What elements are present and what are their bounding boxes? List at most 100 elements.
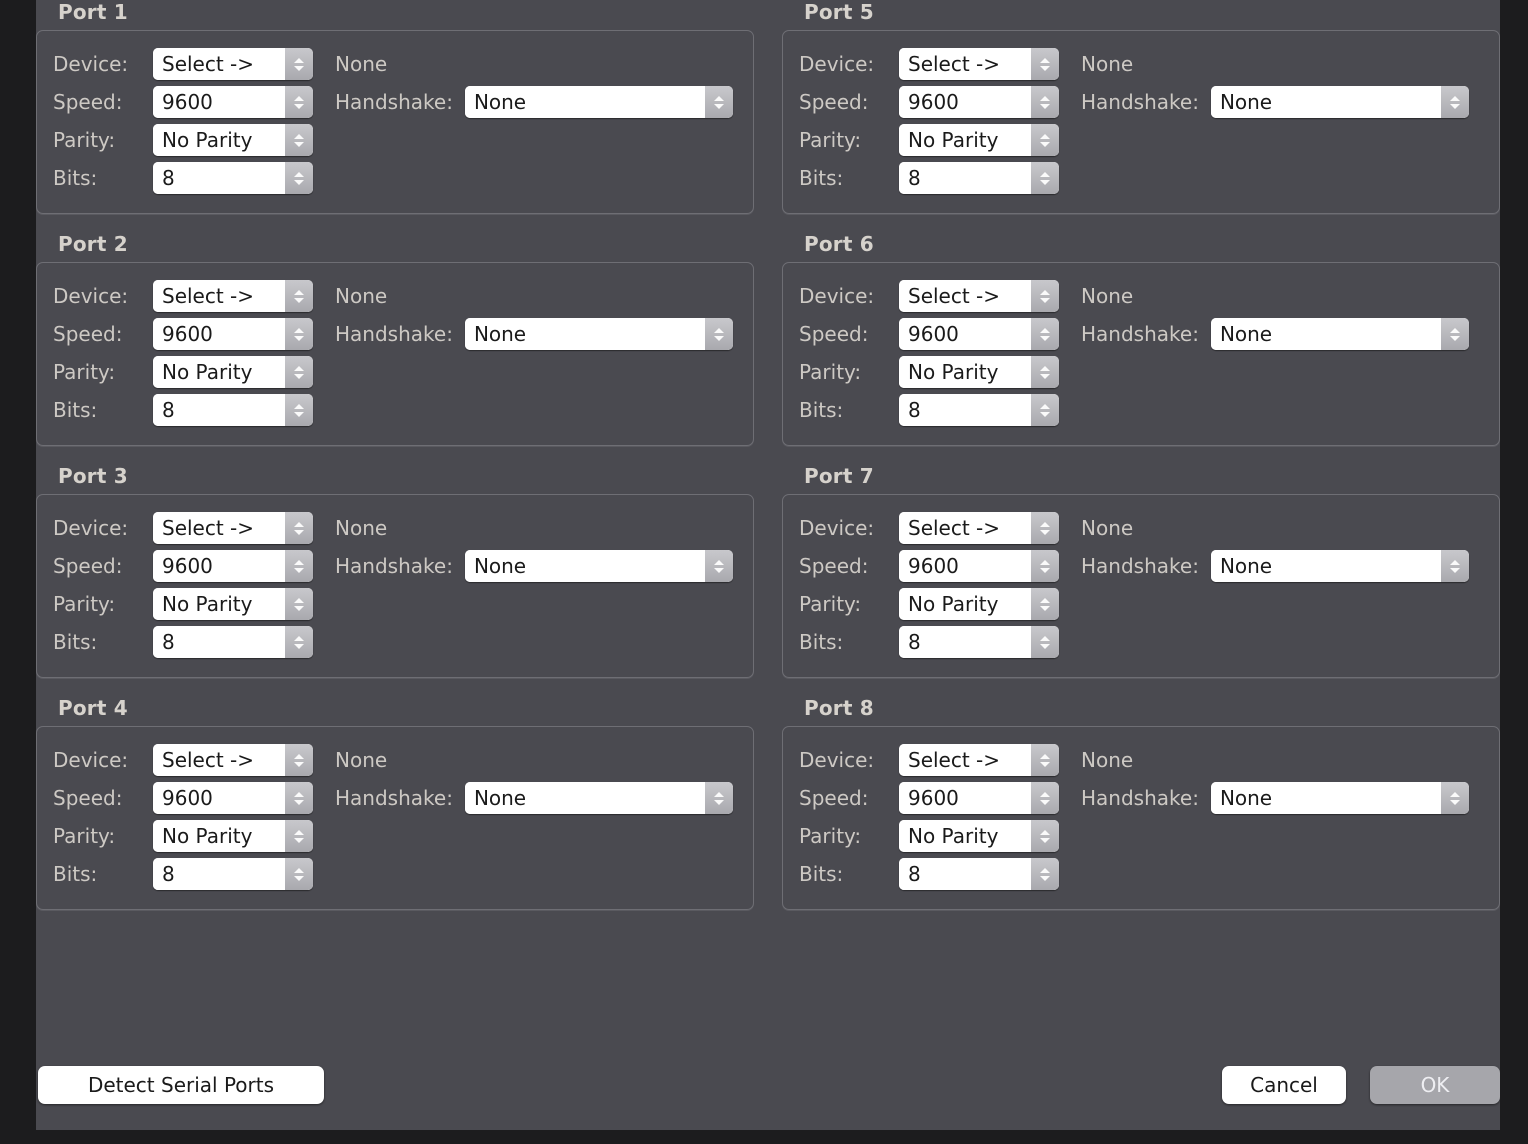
parity-select[interactable]: No Parity <box>899 356 1059 388</box>
port-group-3: Port 3 Device: Select -> None Speed: 960… <box>36 464 754 678</box>
parity-select[interactable]: No Parity <box>153 820 313 852</box>
stepper-icon[interactable] <box>285 820 313 852</box>
port-fields: Device: Select -> None Speed: 9600 Hands… <box>782 30 1500 214</box>
stepper-icon[interactable] <box>1440 318 1469 350</box>
parity-label: Parity: <box>799 128 862 152</box>
parity-label: Parity: <box>799 360 862 384</box>
parity-select[interactable]: No Parity <box>899 820 1059 852</box>
stepper-icon[interactable] <box>1031 550 1059 582</box>
ok-button[interactable]: OK <box>1370 1066 1500 1104</box>
stepper-icon[interactable] <box>1031 512 1059 544</box>
handshake-select[interactable]: None <box>1210 550 1469 582</box>
handshake-value: None <box>464 550 705 582</box>
stepper-icon[interactable] <box>1031 626 1059 658</box>
speed-value: 9600 <box>153 86 285 118</box>
parity-row: Parity: No Parity <box>53 585 737 623</box>
bits-select[interactable]: 8 <box>899 858 1059 890</box>
stepper-icon[interactable] <box>1031 744 1059 776</box>
stepper-icon[interactable] <box>285 86 313 118</box>
parity-select[interactable]: No Parity <box>153 588 313 620</box>
stepper-icon[interactable] <box>285 318 313 350</box>
stepper-icon[interactable] <box>285 394 313 426</box>
speed-select[interactable]: 9600 <box>899 550 1059 582</box>
stepper-icon[interactable] <box>285 782 313 814</box>
speed-select[interactable]: 9600 <box>153 318 313 350</box>
stepper-icon[interactable] <box>1440 86 1469 118</box>
stepper-icon[interactable] <box>1440 550 1469 582</box>
speed-select[interactable]: 9600 <box>153 86 313 118</box>
stepper-icon[interactable] <box>285 356 313 388</box>
port-columns: Port 1 Device: Select -> None Speed: 960… <box>36 0 1500 928</box>
stepper-icon[interactable] <box>285 550 313 582</box>
speed-select[interactable]: 9600 <box>153 550 313 582</box>
bits-select[interactable]: 8 <box>153 162 313 194</box>
stepper-icon[interactable] <box>285 280 313 312</box>
cancel-button[interactable]: Cancel <box>1222 1066 1346 1104</box>
device-select[interactable]: Select -> <box>899 280 1059 312</box>
stepper-icon[interactable] <box>285 744 313 776</box>
stepper-icon[interactable] <box>704 550 733 582</box>
stepper-icon[interactable] <box>704 782 733 814</box>
stepper-icon[interactable] <box>1031 124 1059 156</box>
stepper-icon[interactable] <box>1031 394 1059 426</box>
parity-select[interactable]: No Parity <box>899 124 1059 156</box>
bits-label: Bits: <box>799 862 844 886</box>
bits-select[interactable]: 8 <box>899 394 1059 426</box>
stepper-icon[interactable] <box>1031 48 1059 80</box>
bits-select[interactable]: 8 <box>153 626 313 658</box>
bits-select[interactable]: 8 <box>153 394 313 426</box>
device-select[interactable]: Select -> <box>899 48 1059 80</box>
stepper-icon[interactable] <box>1031 356 1059 388</box>
speed-select[interactable]: 9600 <box>899 86 1059 118</box>
handshake-select[interactable]: None <box>464 318 733 350</box>
stepper-icon[interactable] <box>285 858 313 890</box>
stepper-icon[interactable] <box>1031 820 1059 852</box>
stepper-icon[interactable] <box>1031 86 1059 118</box>
handshake-select[interactable]: None <box>1210 318 1469 350</box>
stepper-icon[interactable] <box>1031 280 1059 312</box>
handshake-label: Handshake: <box>1081 554 1199 578</box>
handshake-select[interactable]: None <box>464 550 733 582</box>
parity-select[interactable]: No Parity <box>899 588 1059 620</box>
bits-select[interactable]: 8 <box>153 858 313 890</box>
device-select[interactable]: Select -> <box>153 48 313 80</box>
handshake-select[interactable]: None <box>464 86 733 118</box>
stepper-icon[interactable] <box>1031 318 1059 350</box>
handshake-value: None <box>1210 782 1441 814</box>
stepper-icon[interactable] <box>1031 162 1059 194</box>
device-select[interactable]: Select -> <box>153 744 313 776</box>
speed-select[interactable]: 9600 <box>899 318 1059 350</box>
stepper-icon[interactable] <box>285 588 313 620</box>
stepper-icon[interactable] <box>1031 858 1059 890</box>
stepper-icon[interactable] <box>285 626 313 658</box>
bits-select[interactable]: 8 <box>899 626 1059 658</box>
bits-select[interactable]: 8 <box>899 162 1059 194</box>
bits-label: Bits: <box>53 166 98 190</box>
speed-select[interactable]: 9600 <box>153 782 313 814</box>
bits-row: Bits: 8 <box>799 855 1483 893</box>
handshake-select[interactable]: None <box>1210 782 1469 814</box>
stepper-icon[interactable] <box>1031 588 1059 620</box>
stepper-icon[interactable] <box>1031 782 1059 814</box>
speed-select[interactable]: 9600 <box>899 782 1059 814</box>
stepper-icon[interactable] <box>704 86 733 118</box>
stepper-icon[interactable] <box>285 162 313 194</box>
device-row: Device: Select -> None <box>799 509 1483 547</box>
device-select[interactable]: Select -> <box>153 512 313 544</box>
stepper-icon[interactable] <box>704 318 733 350</box>
device-value: Select -> <box>153 744 285 776</box>
stepper-icon[interactable] <box>285 512 313 544</box>
bits-label: Bits: <box>799 398 844 422</box>
parity-select[interactable]: No Parity <box>153 356 313 388</box>
detect-serial-ports-button[interactable]: Detect Serial Ports <box>38 1066 324 1104</box>
stepper-icon[interactable] <box>285 124 313 156</box>
device-select[interactable]: Select -> <box>899 512 1059 544</box>
device-select[interactable]: Select -> <box>153 280 313 312</box>
stepper-icon[interactable] <box>1440 782 1469 814</box>
device-select[interactable]: Select -> <box>899 744 1059 776</box>
stepper-icon[interactable] <box>285 48 313 80</box>
handshake-select[interactable]: None <box>464 782 733 814</box>
parity-select[interactable]: No Parity <box>153 124 313 156</box>
handshake-select[interactable]: None <box>1210 86 1469 118</box>
device-label: Device: <box>53 516 129 540</box>
